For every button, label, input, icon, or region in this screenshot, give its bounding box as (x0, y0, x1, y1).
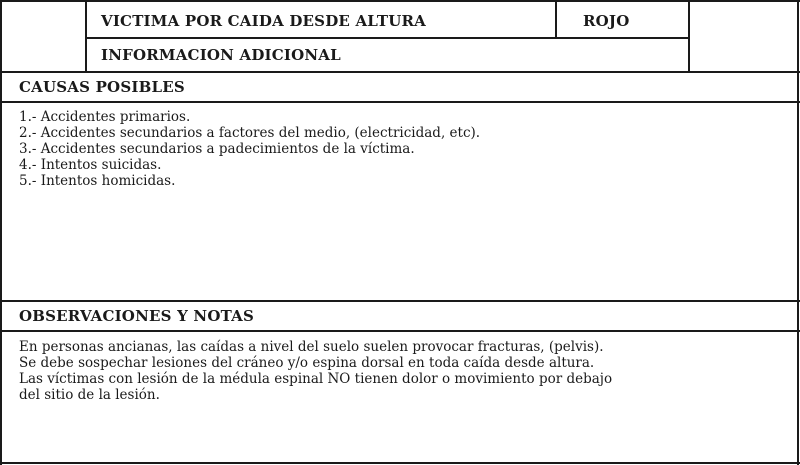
frame-bottom (0, 462, 800, 464)
notes-heading-rule (0, 330, 800, 332)
cause-item: 3.- Accidentes secundarios a padecimient… (19, 141, 415, 157)
frame-right (797, 0, 799, 465)
cause-item: 4.- Intentos suicidas. (19, 157, 162, 173)
frame-top (0, 0, 800, 2)
card-title: VICTIMA POR CAIDA DESDE ALTURA (101, 12, 426, 30)
frame-left (0, 0, 2, 465)
notes-text: En personas ancianas, las caídas a nivel… (19, 339, 612, 403)
additional-info-label: INFORMACION ADICIONAL (101, 46, 341, 64)
causes-list: 1.- Accidentes primarios. 2.- Accidentes… (19, 109, 480, 189)
causes-heading-rule (0, 101, 800, 103)
notes-top-rule (0, 300, 800, 302)
header-divider-mid (555, 0, 557, 38)
cause-item: 1.- Accidentes primarios. (19, 109, 191, 125)
causes-heading: CAUSAS POSIBLES (19, 78, 185, 96)
note-line: Se debe sospechar lesiones del cráneo y/… (19, 355, 595, 371)
note-line: del sitio de la lesión. (19, 387, 160, 403)
header-bottom-rule (0, 71, 800, 73)
note-line: Las víctimas con lesión de la médula esp… (19, 371, 613, 387)
notes-heading: OBSERVACIONES Y NOTAS (19, 307, 254, 325)
note-line: En personas ancianas, las caídas a nivel… (19, 339, 604, 355)
header-row-divider (85, 37, 690, 39)
cause-item: 5.- Intentos homicidas. (19, 173, 176, 189)
color-code-label: ROJO (583, 12, 630, 30)
emergency-card: VICTIMA POR CAIDA DESDE ALTURA ROJO INFO… (0, 0, 800, 465)
cause-item: 2.- Accidentes secundarios a factores de… (19, 125, 481, 141)
